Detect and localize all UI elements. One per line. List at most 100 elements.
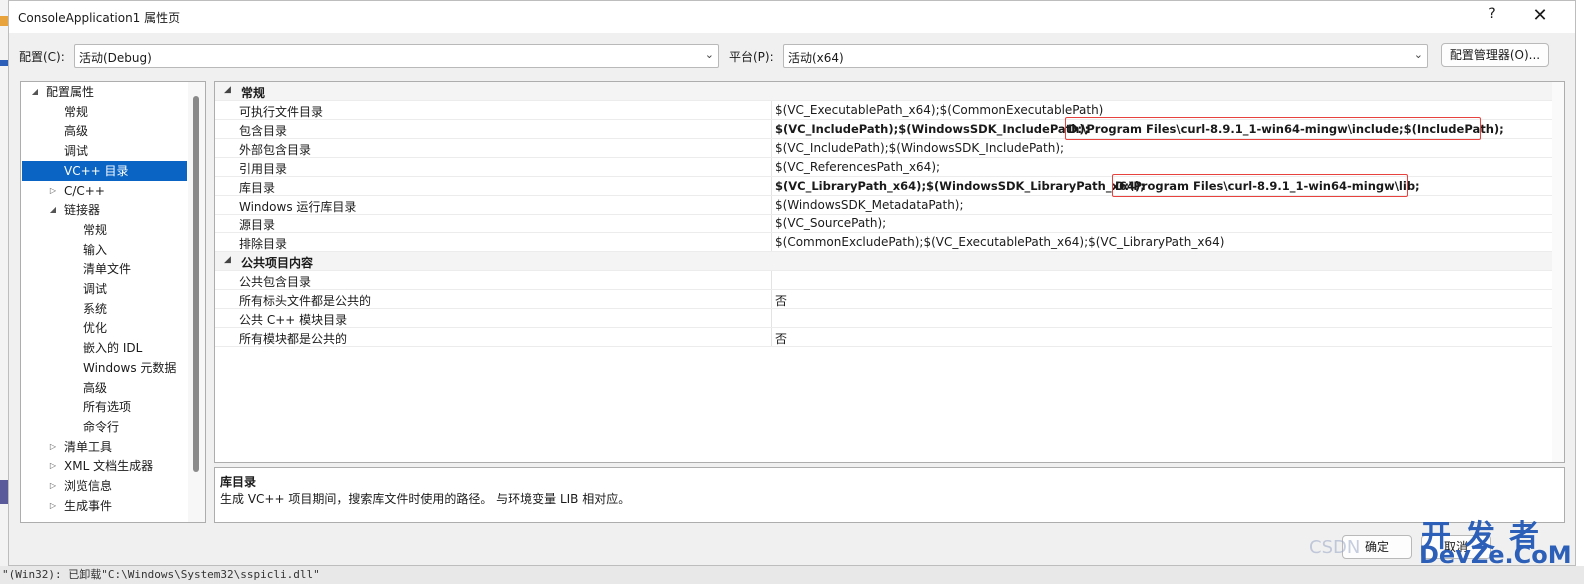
tree-scrollbar[interactable] — [188, 82, 205, 522]
tree-item-label: 清单文件 — [83, 262, 132, 277]
property-name: 包含目录 — [239, 123, 288, 138]
tree-item[interactable]: 系统 — [22, 299, 187, 319]
property-row[interactable]: 库目录 $(VC_LibraryPath_x64);$(WindowsSDK_Li… — [215, 173, 1564, 197]
platform-label: 平台(P): — [729, 50, 774, 64]
expand-icon[interactable]: ▷ — [48, 437, 58, 457]
tree-item-label: 嵌入的 IDL — [83, 341, 143, 356]
tree-item[interactable]: ▷ XML 文档生成器 — [22, 456, 187, 476]
tree-item[interactable]: 嵌入的 IDL — [22, 338, 187, 358]
grid-scrollbar[interactable] — [1552, 82, 1564, 462]
tree-item[interactable]: 输入 — [22, 240, 187, 260]
highlight-box — [1065, 116, 1481, 140]
property-row[interactable]: Windows 运行库目录 $(WindowsSDK_MetadataPath); — [215, 196, 1564, 215]
tree-item[interactable]: ▷ C/C++ — [22, 181, 187, 201]
ide-background-strip — [0, 0, 8, 584]
property-row[interactable]: 源目录 $(VC_SourcePath); — [215, 214, 1564, 234]
brand-watermark-bottom: DevZe.CoM — [1419, 541, 1572, 569]
category-name: 常规 — [241, 86, 266, 100]
scrollbar-thumb[interactable] — [193, 96, 199, 472]
property-row[interactable]: 排除目录 $(CommonExcludePath);$(VC_Executable… — [215, 233, 1564, 253]
expand-icon[interactable]: ▷ — [48, 496, 58, 516]
tree-item[interactable]: 常规 — [22, 220, 187, 240]
tree-item-label: XML 文档生成器 — [64, 459, 154, 474]
property-pages-dialog: ConsoleApplication1 属性页 ? ✕ 配置(C): 活动(De… — [8, 0, 1576, 569]
tree-item-label: 输入 — [83, 242, 108, 257]
category-public[interactable]: ◢ 公共项目内容 — [215, 252, 1564, 271]
property-tree: ◢ 配置属性 常规 高级 调试 VC++ 目录 ▷ C/C++ ◢ 链接器 常规 输入 清单文件 调试 系统… — [20, 81, 206, 523]
config-label: 配置(C): — [19, 50, 65, 64]
property-row[interactable]: 外部包含目录 $(VC_IncludePath);$(WindowsSDK_Inc… — [215, 139, 1564, 158]
property-value[interactable]: $(VC_LibraryPath_x64);$(WindowsSDK_Libra… — [775, 179, 1145, 193]
tree-item-label: 常规 — [64, 104, 89, 119]
property-value[interactable]: $(VC_SourcePath); — [775, 216, 886, 230]
property-row[interactable]: 公共 C++ 模块目录 — [215, 309, 1564, 328]
property-name: Windows 运行库目录 — [239, 199, 357, 214]
platform-select[interactable]: 活动(x64) ⌄ — [783, 44, 1428, 68]
tree-item[interactable]: ▷ 清单工具 — [22, 437, 187, 457]
property-name: 公共包含目录 — [239, 275, 312, 289]
property-value[interactable]: $(VC_ExecutablePath_x64);$(CommonExecuta… — [775, 103, 1103, 117]
tree-item-label: 清单工具 — [64, 439, 113, 454]
tree-item[interactable]: 调试 — [22, 279, 187, 299]
tree-item[interactable]: ▷ 生成事件 — [22, 496, 187, 516]
expand-icon[interactable]: ▷ — [48, 181, 58, 201]
close-button[interactable]: ✕ — [1529, 5, 1551, 27]
property-value[interactable]: $(WindowsSDK_MetadataPath); — [775, 198, 964, 212]
title-bar: ConsoleApplication1 属性页 ? ✕ — [9, 1, 1575, 33]
tree-item[interactable]: 清单文件 — [22, 259, 187, 279]
platform-select-value: 活动(x64) — [788, 51, 844, 65]
property-row[interactable]: 所有模块都是公共的 否 — [215, 328, 1564, 347]
property-value[interactable]: 否 — [775, 292, 787, 309]
tree-item-label: 命令行 — [83, 419, 120, 434]
config-manager-button[interactable]: 配置管理器(O)... — [1441, 43, 1549, 67]
collapse-icon[interactable]: ◢ — [48, 200, 58, 220]
tree-item[interactable]: 常规 — [22, 102, 187, 122]
expand-icon[interactable]: ▷ — [48, 476, 58, 496]
property-value[interactable]: $(VC_IncludePath);$(WindowsSDK_IncludePa… — [775, 122, 1089, 136]
property-value[interactable]: 否 — [775, 330, 787, 347]
highlight-box — [1112, 173, 1408, 197]
tree-item[interactable]: Windows 元数据 — [22, 358, 187, 378]
tree-item[interactable]: 命令行 — [22, 417, 187, 437]
description-panel: 库目录 生成 VC++ 项目期间，搜索库文件时使用的路径。 与环境变量 LIB … — [214, 467, 1565, 523]
property-row[interactable]: 公共包含目录 — [215, 271, 1564, 290]
tree-item[interactable]: 高级 — [22, 378, 187, 398]
tree-item-label: 调试 — [64, 144, 89, 159]
chevron-down-icon: ⌄ — [704, 48, 714, 61]
property-row[interactable]: 包含目录 $(VC_IncludePath);$(WindowsSDK_Inclu… — [215, 116, 1564, 140]
property-name: 可执行文件目录 — [239, 105, 324, 119]
tree-item[interactable]: 优化 — [22, 318, 187, 338]
tree-item[interactable]: 高级 — [22, 121, 187, 141]
collapse-icon[interactable]: ◢ — [224, 255, 231, 265]
property-value[interactable]: $(CommonExcludePath);$(VC_ExecutablePath… — [775, 235, 1224, 249]
config-select-value: 活动(Debug) — [79, 51, 152, 65]
property-value[interactable]: $(VC_ReferencesPath_x64); — [775, 160, 940, 174]
tree-item-label: 常规 — [83, 222, 108, 237]
property-grid: ◢ 常规 可执行文件目录 $(VC_ExecutablePath_x64);$(C… — [214, 81, 1565, 463]
config-select[interactable]: 活动(Debug) ⌄ — [74, 44, 719, 68]
property-name: 所有标头文件都是公共的 — [239, 293, 372, 308]
tree-item[interactable]: 所有选项 — [22, 397, 187, 417]
property-row[interactable]: 所有标头文件都是公共的 否 — [215, 290, 1564, 309]
tree-item[interactable]: ▷ 浏览信息 — [22, 476, 187, 496]
tree-item[interactable]: 调试 — [22, 141, 187, 161]
chevron-down-icon: ⌄ — [1413, 48, 1423, 61]
ide-output-line: "(Win32): 已卸载"C:\Windows\System32\sspicl… — [0, 566, 1584, 584]
tree-item-label: 调试 — [83, 282, 108, 296]
description-text: 生成 VC++ 项目期间，搜索库文件时使用的路径。 与环境变量 LIB 相对应。 — [220, 492, 631, 506]
property-value[interactable]: $(VC_IncludePath);$(WindowsSDK_IncludePa… — [775, 141, 1064, 155]
tree-item-label: 系统 — [83, 301, 108, 316]
tree-item-label: 优化 — [83, 321, 108, 336]
tree-item[interactable]: ◢ 链接器 — [22, 200, 187, 220]
collapse-icon[interactable]: ◢ — [224, 85, 231, 95]
help-button[interactable]: ? — [1483, 6, 1501, 26]
expand-icon[interactable]: ▷ — [48, 456, 58, 476]
tree-item[interactable]: VC++ 目录 — [22, 160, 187, 181]
tree-item-label: VC++ 目录 — [64, 163, 129, 178]
category-general[interactable]: ◢ 常规 — [215, 82, 1564, 101]
tree-item-label: 生成事件 — [64, 498, 113, 513]
property-name: 引用目录 — [239, 161, 288, 176]
collapse-icon[interactable]: ◢ — [30, 82, 40, 102]
tree-item[interactable]: ◢ 配置属性 — [22, 82, 187, 102]
property-name: 库目录 — [239, 180, 276, 195]
